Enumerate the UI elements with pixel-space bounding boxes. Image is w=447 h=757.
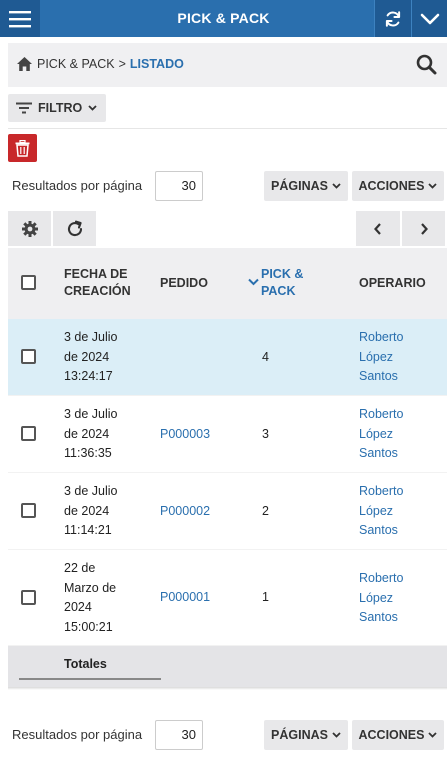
cell-operator[interactable]: Roberto López Santos — [359, 482, 419, 541]
cell-pickpack: 2 — [262, 504, 269, 518]
chevron-down-icon — [428, 732, 438, 738]
results-per-page-label: Resultados por página — [12, 178, 143, 193]
cell-pickpack: 1 — [262, 590, 269, 604]
trash-icon — [15, 139, 30, 157]
column-header-date[interactable]: FECHA DE CREACIÓN — [64, 266, 144, 300]
filter-lines-icon — [16, 102, 32, 114]
column-header-operator[interactable]: OPERARIO — [359, 275, 426, 292]
chevron-down-icon — [332, 732, 341, 738]
cell-date: 3 de Julio de 2024 11:14:21 — [64, 484, 118, 537]
gear-icon — [21, 220, 38, 237]
filter-label: FILTRO — [38, 101, 83, 115]
next-page-button[interactable] — [402, 211, 445, 246]
settings-button[interactable] — [8, 211, 51, 246]
cell-order[interactable]: P000001 — [160, 588, 210, 608]
divider — [8, 128, 447, 129]
select-all-checkbox[interactable] — [21, 275, 36, 290]
delete-button[interactable] — [8, 134, 37, 162]
row-checkbox[interactable] — [21, 349, 36, 364]
results-per-page-label: Resultados por página — [12, 727, 143, 742]
table-header: FECHA DE CREACIÓN PEDIDO PICK & PACK OPE… — [8, 248, 447, 319]
cell-operator[interactable]: Roberto López Santos — [359, 569, 419, 628]
cell-order[interactable]: P000002 — [160, 502, 210, 522]
actions-button[interactable]: ACCIONES — [352, 720, 444, 750]
breadcrumb: PICK & PACK > LISTADO — [37, 57, 184, 71]
breadcrumb-current: LISTADO — [129, 57, 184, 71]
breadcrumb-separator: > — [118, 57, 126, 71]
pages-button[interactable]: PÁGINAS — [264, 720, 348, 750]
row-checkbox[interactable] — [21, 503, 36, 518]
table-row[interactable]: 3 de Julio de 2024 13:24:17 4 Roberto Ló… — [8, 319, 447, 396]
table-row[interactable]: 22 de Marzo de 2024 15:00:21 P000001 1 R… — [8, 550, 447, 646]
chevron-right-icon — [420, 222, 428, 235]
cell-order[interactable]: P000003 — [160, 425, 210, 445]
column-header-order[interactable]: PEDIDO — [160, 275, 208, 292]
totals-label: Totales — [64, 657, 107, 671]
prev-page-button[interactable] — [356, 211, 400, 246]
menu-button[interactable] — [0, 0, 40, 37]
chevron-down-icon — [332, 183, 341, 189]
home-icon[interactable] — [16, 56, 33, 72]
cell-pickpack: 3 — [262, 427, 269, 441]
chevron-down-icon — [428, 183, 438, 189]
filter-button[interactable]: FILTRO — [8, 94, 106, 122]
chevron-down-icon — [420, 13, 439, 24]
pages-button[interactable]: PÁGINAS — [264, 171, 348, 201]
column-header-pickpack[interactable]: PICK & PACK — [261, 266, 321, 300]
hamburger-icon — [9, 10, 31, 27]
horizontal-scrollbar[interactable] — [19, 678, 161, 680]
actions-button[interactable]: ACCIONES — [352, 171, 444, 201]
chevron-left-icon — [374, 222, 381, 235]
table-footer: Totales — [8, 646, 447, 687]
sync-icon — [385, 10, 401, 27]
cell-date: 3 de Julio de 2024 11:36:35 — [64, 407, 118, 460]
cell-operator[interactable]: Roberto López Santos — [359, 328, 419, 387]
cell-date: 22 de Marzo de 2024 15:00:21 — [64, 561, 117, 634]
pages-label: PÁGINAS — [271, 728, 328, 742]
breadcrumb-root[interactable]: PICK & PACK — [37, 57, 115, 71]
actions-label: ACCIONES — [358, 728, 425, 742]
top-bar: PICK & PACK — [0, 0, 447, 37]
sort-desc-icon — [248, 278, 259, 286]
breadcrumb-bar: PICK & PACK > LISTADO — [8, 43, 447, 87]
reload-button[interactable] — [53, 211, 96, 246]
results-per-page-input[interactable]: 30 — [155, 171, 203, 201]
refresh-icon — [67, 220, 82, 236]
pages-label: PÁGINAS — [271, 179, 328, 193]
chevron-down-icon — [88, 105, 97, 111]
row-checkbox[interactable] — [21, 590, 36, 605]
sync-button[interactable] — [374, 0, 411, 37]
row-checkbox[interactable] — [21, 426, 36, 441]
table-row[interactable]: 3 de Julio de 2024 11:14:21 P000002 2 Ro… — [8, 473, 447, 550]
actions-label: ACCIONES — [358, 179, 425, 193]
cell-date: 3 de Julio de 2024 13:24:17 — [64, 330, 118, 383]
table-row[interactable]: 3 de Julio de 2024 11:36:35 P000003 3 Ro… — [8, 396, 447, 473]
cell-pickpack: 4 — [262, 350, 269, 364]
pickpack-table: FECHA DE CREACIÓN PEDIDO PICK & PACK OPE… — [8, 248, 447, 687]
header-dropdown-button[interactable] — [411, 0, 447, 37]
cell-operator[interactable]: Roberto López Santos — [359, 405, 419, 464]
search-icon[interactable] — [416, 54, 437, 75]
table-shadow — [8, 687, 447, 690]
results-per-page-input[interactable]: 30 — [155, 720, 203, 750]
